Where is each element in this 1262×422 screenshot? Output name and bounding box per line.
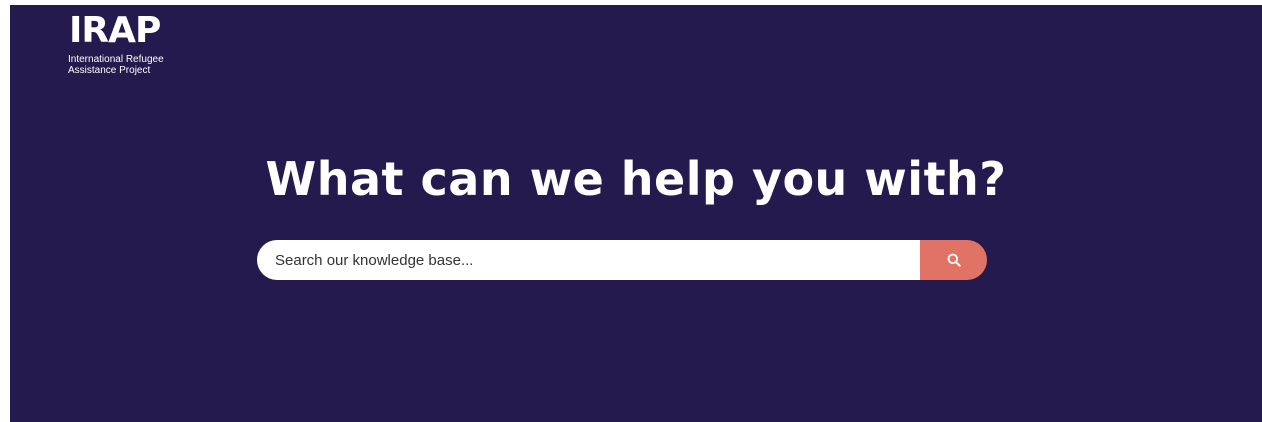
logo-mark: IRAP	[69, 10, 161, 51]
search-form	[257, 240, 987, 280]
page: IRAP International Refugee Assistance Pr…	[0, 0, 1262, 422]
hero-headline: What can we help you with?	[265, 152, 1007, 206]
search-button[interactable]	[920, 240, 987, 280]
logo-subtitle: International Refugee Assistance Project	[68, 54, 164, 76]
irap-logo-link[interactable]: IRAP International Refugee Assistance Pr…	[68, 12, 208, 92]
search-icon	[947, 253, 961, 267]
search-input[interactable]	[257, 240, 920, 280]
hero-banner: IRAP International Refugee Assistance Pr…	[10, 5, 1262, 422]
